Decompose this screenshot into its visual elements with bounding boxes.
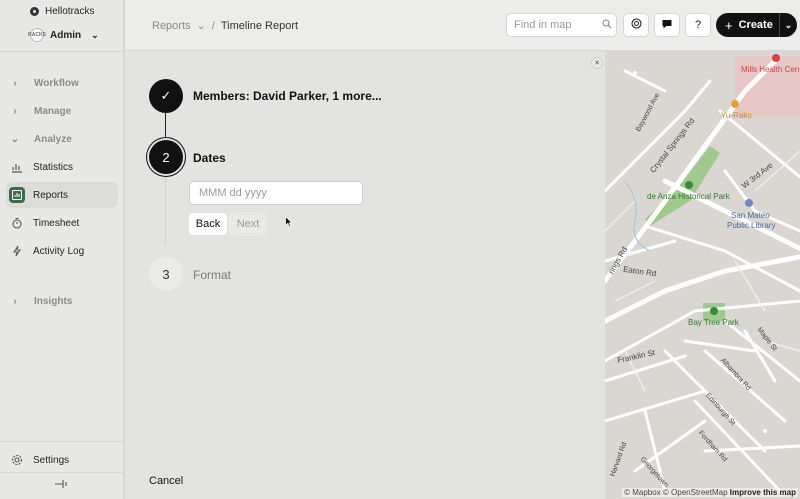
avatar: RACKS xyxy=(28,28,46,42)
gear-icon xyxy=(9,452,25,468)
map-attribution: © Mapbox © OpenStreetMap Improve this ma… xyxy=(622,488,798,497)
breadcrumb-parent[interactable]: Reports xyxy=(152,20,191,32)
chevron-down-icon: ⌄ xyxy=(10,134,20,145)
chevron-right-icon: › xyxy=(13,106,17,117)
step-2-title: Dates xyxy=(193,151,226,165)
next-button[interactable]: Next xyxy=(229,212,267,236)
sidebar-item-label: Activity Log xyxy=(33,245,85,257)
bar-chart-icon xyxy=(9,159,25,175)
account-label: Admin xyxy=(50,29,82,41)
sidebar-item-statistics[interactable]: Statistics xyxy=(6,154,118,180)
step-number: 2 xyxy=(162,149,170,165)
help-icon: ? xyxy=(694,19,702,31)
chevron-right-icon: › xyxy=(13,78,17,89)
sidebar-item-reports[interactable]: Reports xyxy=(6,182,118,208)
map-label: Mills Health Cen xyxy=(741,65,800,74)
cancel-button[interactable]: Cancel xyxy=(149,475,183,487)
search-input[interactable] xyxy=(514,19,598,31)
step-1-indicator: ✓ xyxy=(149,79,183,113)
sidebar-section-insights[interactable]: › Insights xyxy=(10,296,72,307)
map-label: San Mateo xyxy=(731,211,770,220)
map-label: Public Library xyxy=(727,221,776,230)
sidebar-item-timesheet[interactable]: Timesheet xyxy=(6,210,118,236)
sidebar-item-activity-log[interactable]: Activity Log xyxy=(6,238,118,264)
openai-icon xyxy=(630,17,643,33)
step-3-indicator: 3 xyxy=(149,257,183,291)
report-icon xyxy=(9,187,25,203)
sidebar-item-label: Reports xyxy=(33,189,69,201)
section-label: Analyze xyxy=(34,134,72,145)
back-button[interactable]: Back xyxy=(188,212,228,236)
sidebar-divider xyxy=(0,441,124,442)
section-label: Workflow xyxy=(34,78,79,89)
sidebar: Hellotracks RACKS Admin ⌄ › Workflow › M… xyxy=(0,0,124,499)
sidebar-item-label: Timesheet xyxy=(33,217,80,229)
sidebar-item-label: Settings xyxy=(33,454,70,466)
step-1-title[interactable]: Members: David Parker, 1 more... xyxy=(193,89,382,103)
date-field[interactable] xyxy=(189,181,363,205)
pin-sidebar-icon[interactable] xyxy=(54,479,68,492)
chevron-down-icon: ⌄ xyxy=(91,29,99,40)
step-number: 3 xyxy=(162,266,170,282)
bolt-icon xyxy=(9,243,25,259)
plus-icon: + xyxy=(725,17,733,33)
timer-icon xyxy=(9,215,25,231)
step-connector xyxy=(165,175,166,245)
breadcrumb: Reports ⌄ / Timeline Report xyxy=(152,19,299,33)
map-search[interactable] xyxy=(506,13,617,37)
sidebar-section-manage[interactable]: › Manage xyxy=(10,106,71,117)
sidebar-item-label: Statistics xyxy=(33,161,74,173)
mapbox-link[interactable]: © Mapbox xyxy=(624,488,661,497)
step-connector xyxy=(165,113,166,140)
section-label: Manage xyxy=(34,106,72,117)
mouse-cursor-icon xyxy=(285,216,293,228)
top-bar: Reports ⌄ / Timeline Report ? + Create ⌄ xyxy=(125,0,800,51)
sidebar-divider xyxy=(0,51,124,52)
search-icon xyxy=(602,18,612,32)
chevron-down-icon[interactable]: ⌄ xyxy=(778,13,797,37)
account-menu[interactable]: RACKS Admin ⌄ xyxy=(28,28,99,42)
org-name: Hellotracks xyxy=(45,6,95,17)
org-logo-icon xyxy=(30,7,39,16)
map-view[interactable]: Mills Health Cen Baywood Ave Yu-Raku Cry… xyxy=(605,51,800,499)
help-button[interactable]: ? xyxy=(685,13,711,37)
sidebar-item-settings[interactable]: Settings xyxy=(6,447,118,473)
chevron-down-icon[interactable]: ⌄ xyxy=(197,19,206,32)
map-label: Bay Tree Park xyxy=(688,318,739,327)
org-switcher[interactable]: Hellotracks xyxy=(30,6,94,17)
sidebar-section-analyze[interactable]: ⌄ Analyze xyxy=(10,134,72,145)
section-label: Insights xyxy=(34,296,73,307)
create-button[interactable]: + Create ⌄ xyxy=(716,13,797,37)
osm-link[interactable]: © OpenStreetMap xyxy=(663,488,728,497)
close-icon[interactable]: ✕ xyxy=(591,57,603,69)
sidebar-divider xyxy=(0,472,124,473)
messages-button[interactable] xyxy=(654,13,680,37)
map-label: de Anza Historical Park xyxy=(647,192,730,201)
sidebar-section-workflow[interactable]: › Workflow xyxy=(10,78,79,89)
ai-assistant-button[interactable] xyxy=(623,13,649,37)
chat-icon xyxy=(661,18,673,33)
map-label: Yu-Raku xyxy=(721,111,752,120)
breadcrumb-separator: / xyxy=(211,19,215,32)
check-icon: ✓ xyxy=(160,88,172,103)
chevron-right-icon: › xyxy=(13,296,17,307)
breadcrumb-current: Timeline Report xyxy=(220,19,299,32)
step-2-indicator: 2 xyxy=(149,140,183,174)
step-3-title: Format xyxy=(193,268,232,282)
create-label: Create xyxy=(738,19,773,31)
improve-map-link[interactable]: Improve this map xyxy=(730,488,796,497)
